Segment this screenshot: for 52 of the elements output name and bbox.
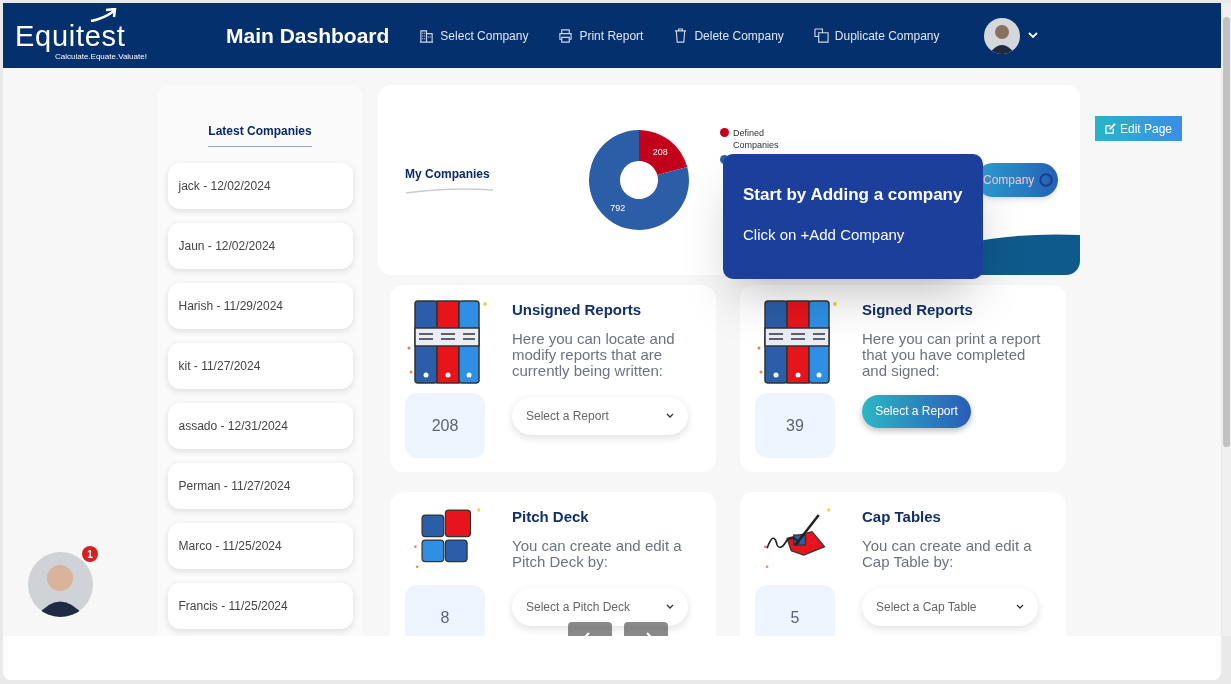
legend-label: Defined Companies <box>733 127 780 151</box>
count-box: 208 <box>405 393 485 458</box>
chevron-down-icon <box>666 413 674 418</box>
sidebar-title: Latest Companies <box>208 122 312 147</box>
logo-text: Equitest <box>15 22 127 51</box>
scrollbar[interactable] <box>1222 3 1231 636</box>
building-icon <box>419 28 435 43</box>
card-title: My Companies <box>405 166 491 183</box>
card-description: Here you can locate and modify reports that are currently being written: <box>512 330 676 379</box>
card-description: Here you can print a report that you have completed and signed: <box>862 330 1042 379</box>
nav-link[interactable]: Duplicate Company <box>813 26 940 45</box>
copy-icon <box>813 28 829 43</box>
slice-label: 792 <box>610 202 626 213</box>
card-title: Signed Reports <box>862 300 974 320</box>
select-report-button[interactable]: Select a Report <box>862 394 971 428</box>
card-title: Cap Tables <box>862 507 942 527</box>
company-item[interactable]: Francis - 11/25/2024 <box>167 583 353 629</box>
tooltip-title: Start by Adding a company <box>743 184 963 206</box>
company-item[interactable]: jack - 12/02/2024 <box>167 163 353 209</box>
trash-icon <box>673 28 689 43</box>
card-title: Unsigned Reports <box>512 300 643 320</box>
select-dropdown[interactable]: Select a Report <box>512 396 688 435</box>
nav-link[interactable]: Select Company <box>419 26 529 45</box>
growth-arrow-icon <box>89 8 117 22</box>
tagline: Calculate.Equate.Valuate! <box>55 52 148 63</box>
nav-link[interactable]: Print Report <box>558 26 644 45</box>
company-item[interactable]: Harish - 11/29/2024 <box>167 283 353 329</box>
page-title: Main Dashboard <box>226 22 390 49</box>
select-dropdown[interactable]: Select a Cap Table <box>862 587 1038 626</box>
chevron-down-icon[interactable] <box>1027 32 1038 39</box>
slice-label: 208 <box>652 147 668 158</box>
company-item[interactable]: Jaun - 12/02/2024 <box>167 223 353 269</box>
select-dropdown[interactable]: Select a Pitch Deck <box>512 587 688 626</box>
ring-icon <box>1039 173 1053 187</box>
card-description: You can create and edit a Cap Table by: <box>862 537 1033 570</box>
card-description: You can create and edit a Pitch Deck by: <box>512 537 683 570</box>
edit-icon <box>1105 123 1116 134</box>
chevron-down-icon <box>666 604 674 609</box>
company-item[interactable]: kit - 11/27/2024 <box>167 343 353 389</box>
company-item[interactable]: Perman - 11/27/2024 <box>167 463 353 509</box>
printer-icon <box>558 28 574 43</box>
count-box: 39 <box>755 393 835 458</box>
nav-link[interactable]: Delete Company <box>673 26 784 45</box>
chevron-down-icon <box>1016 604 1024 609</box>
count-box: 8 <box>405 585 485 636</box>
tooltip-text: Click on +Add Company <box>743 224 906 245</box>
count-box: 5 <box>755 585 835 636</box>
card-title: Pitch Deck <box>512 507 590 527</box>
underline-swoosh-icon <box>405 187 495 195</box>
company-item[interactable]: assado - 12/31/2024 <box>167 403 353 449</box>
company-item[interactable]: Marco - 11/25/2024 <box>167 523 353 569</box>
avatar[interactable] <box>983 17 1020 54</box>
